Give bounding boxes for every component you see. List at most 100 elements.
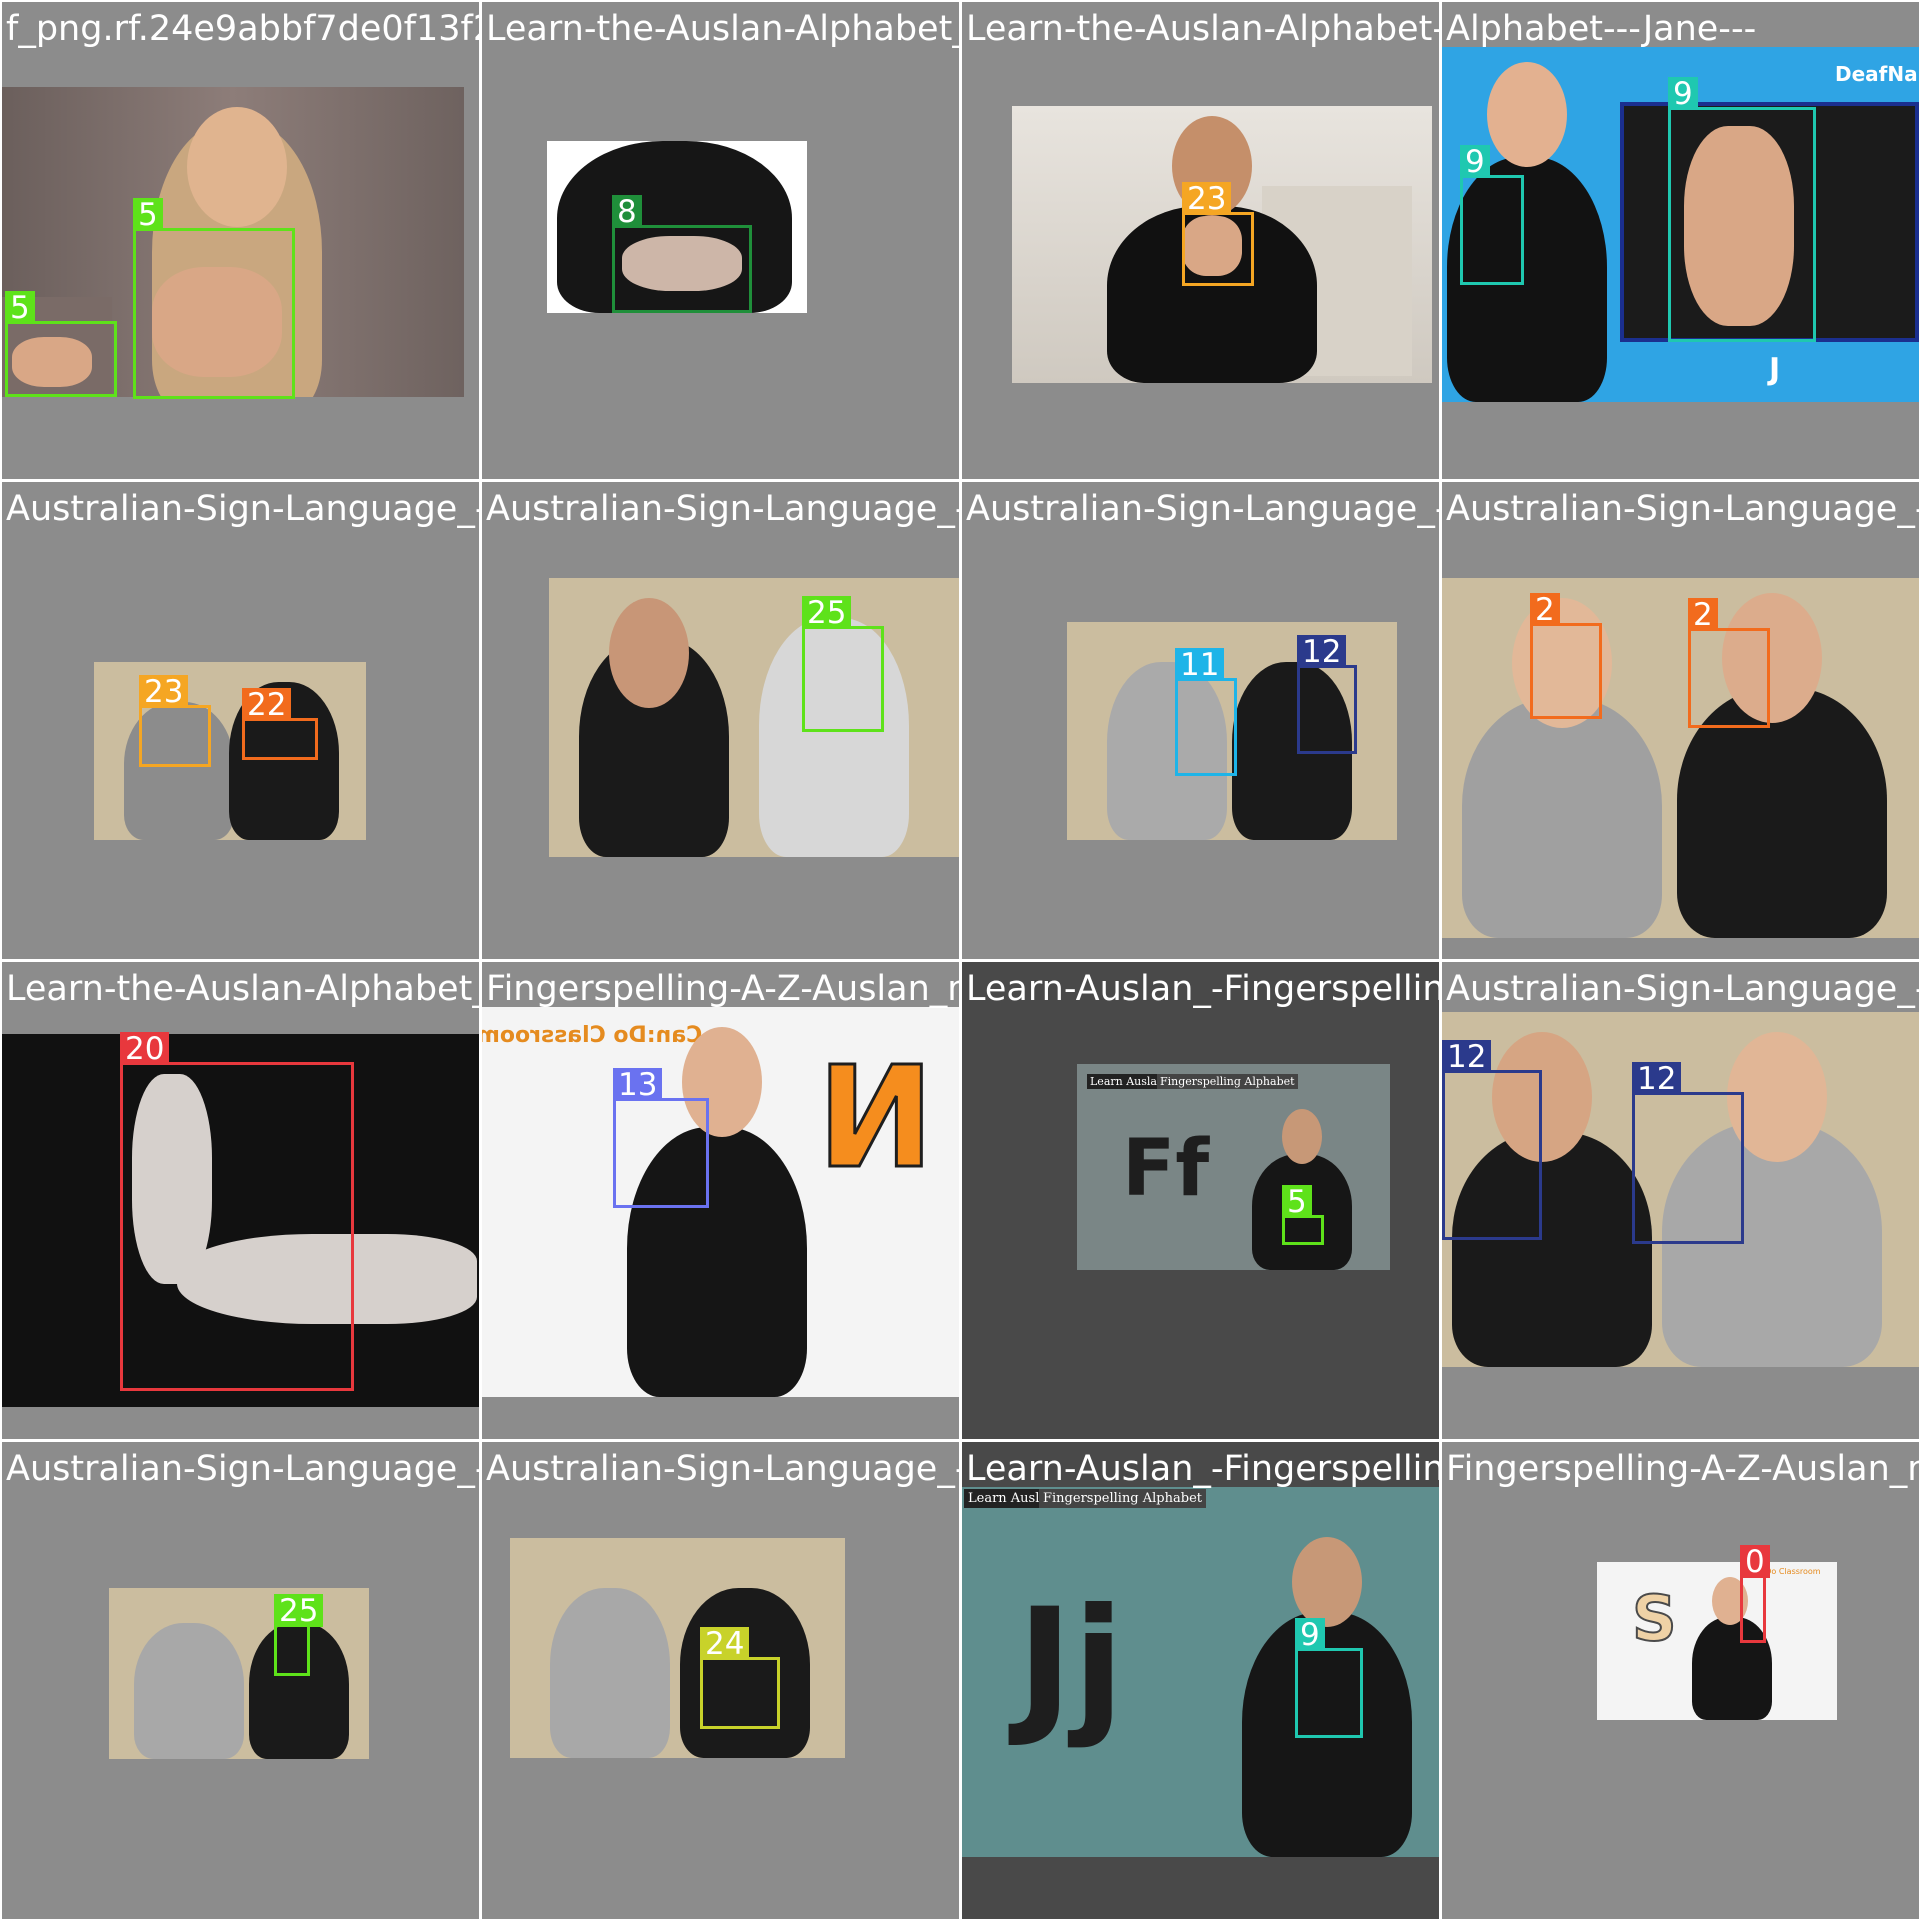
photo: Can:Do Classroom N: [482, 1007, 959, 1397]
image-grid: f_png.rf.24e9abbf7de0f13f26cf4124b0e33df…: [0, 0, 1920, 1920]
bounding-box: 8: [612, 195, 752, 313]
tile-1: f_png.rf.24e9abbf7de0f13f26cf4124b0e33df…: [2, 2, 479, 479]
tile-5: Australian-Sign-Language_-Alphabet_mp4-1…: [2, 482, 479, 959]
channel-label: Learn Auslan: [1087, 1074, 1168, 1089]
photo: [510, 1538, 845, 1758]
bounding-box: 9: [1460, 145, 1524, 285]
photo: Can:Do Classroom S: [1597, 1562, 1837, 1720]
bounding-box: 12: [1632, 1062, 1744, 1244]
tile-16: Fingerspelling-A-Z-Auslan_m Can:Do Class…: [1442, 1442, 1919, 1919]
photo: Learn Auslan Fingerspelling Alphabet Ff: [1077, 1064, 1390, 1270]
bounding-box: 12: [1442, 1040, 1542, 1240]
box-label: 5: [5, 291, 35, 325]
box-label: 23: [139, 675, 189, 709]
box-label: 2: [1688, 598, 1718, 632]
box-label: 20: [120, 1032, 170, 1066]
person: [550, 1588, 670, 1758]
photo: [1442, 578, 1919, 938]
tile-title: Australian-Sign-Language_-Alphabet_mp4-1: [6, 1449, 479, 1489]
caption-letter: N: [816, 1036, 936, 1202]
watermark: Can:Do Classroom: [482, 1023, 703, 1048]
box-label: 23: [1182, 182, 1232, 216]
box-label: 12: [1442, 1040, 1492, 1074]
bounding-box: 5: [1282, 1185, 1324, 1245]
box-label: 12: [1297, 635, 1347, 669]
bounding-box: 13: [613, 1068, 709, 1208]
bounding-box: 9: [1668, 77, 1816, 342]
tile-3: Learn-the-Auslan-Alphabet-Fo15-Right-Han…: [962, 2, 1439, 479]
head: [1292, 1537, 1362, 1627]
caption-letter: Ff: [1122, 1124, 1210, 1214]
tile-10: Fingerspelling-A-Z-Auslan_mp4-24_jpg Can…: [482, 962, 959, 1439]
tile-title: Learn-the-Auslan-Alphabet_mp4-81_jpg.rf: [486, 9, 959, 49]
bounding-box: 5: [133, 198, 295, 399]
tile-13: Australian-Sign-Language_-Alphabet_mp4-1…: [2, 1442, 479, 1919]
bounding-box: 2: [1530, 593, 1602, 719]
bounding-box: 24: [700, 1627, 780, 1729]
bounding-box: 11: [1175, 648, 1237, 776]
tile-title: Learn-the-Auslan-Alphabet_mp4-167_jpg: [6, 969, 479, 1009]
box-label: 24: [700, 1627, 750, 1661]
box-label: 0: [1740, 1545, 1770, 1579]
tile-title: Learn-the-Auslan-Alphabet-Fo15-Right-Han…: [966, 9, 1439, 49]
tile-title: Learn-Auslan_-Fingerspelling-Alphabet: [966, 969, 1439, 1009]
bounding-box: 9: [1295, 1618, 1363, 1738]
tile-title: Australian-Sign-Language_-Alphabet_mp4-2: [966, 489, 1439, 529]
tile-8: Australian-Sign-Language_-Alphabet_mp4-1…: [1442, 482, 1919, 959]
caption-letter: S: [1631, 1581, 1678, 1656]
caption-letter: Jj: [1017, 1577, 1125, 1751]
box-label: 9: [1460, 145, 1490, 179]
head: [187, 107, 287, 227]
tile-2: Learn-the-Auslan-Alphabet_mp4-81_jpg.rf …: [482, 2, 959, 479]
bounding-box: 2: [1688, 598, 1770, 728]
box-label: 12: [1632, 1062, 1682, 1096]
tile-6: Australian-Sign-Language_-Alphabet_mp4-1…: [482, 482, 959, 959]
photo: [549, 578, 959, 857]
box-label: 9: [1295, 1618, 1325, 1652]
photo: [109, 1588, 369, 1759]
box-label: 13: [613, 1068, 663, 1102]
bounding-box: 20: [120, 1032, 354, 1391]
tile-12: Australian-Sign-Language_- 12 12: [1442, 962, 1919, 1439]
head: [609, 598, 689, 708]
tile-title: Australian-Sign-Language_-: [1446, 969, 1919, 1009]
photo: Learn Auslan Fingerspelling Alphabet Jj: [962, 1487, 1439, 1857]
tile-title: Alphabet---Jane---: [1446, 9, 1757, 49]
tile-7: Australian-Sign-Language_-Alphabet_mp4-2…: [962, 482, 1439, 959]
person: [1462, 698, 1662, 938]
box-label: 8: [612, 195, 642, 229]
box-label: 2: [1530, 593, 1560, 627]
box-label: 5: [133, 198, 163, 232]
tile-14: Australian-Sign-Language_-Alphabet_mp4-2…: [482, 1442, 959, 1919]
box-label: 9: [1668, 77, 1698, 111]
tile-9: Learn-the-Auslan-Alphabet_mp4-167_jpg 20: [2, 962, 479, 1439]
tile-title: Australian-Sign-Language_-Alphabet_mp4-1: [6, 489, 479, 529]
watermark: DeafNa: [1835, 62, 1918, 86]
bounding-box: 12: [1297, 635, 1357, 754]
tile-title: Australian-Sign-Language_-Alphabet_mp4-2: [486, 1449, 959, 1489]
bounding-box: 23: [1182, 182, 1254, 286]
tile-title: Fingerspelling-A-Z-Auslan_mp4-24_jpg: [486, 969, 959, 1009]
tile-15: Learn-Auslan_-Fingerspelling-Alphabet_mp…: [962, 1442, 1439, 1919]
bounding-box: 0: [1740, 1545, 1770, 1643]
channel-tab: Fingerspelling Alphabet: [1157, 1074, 1298, 1089]
person: [134, 1623, 244, 1759]
caption-letter: J: [1769, 352, 1781, 387]
channel-tab: Fingerspelling Alphabet: [1039, 1489, 1206, 1508]
box-label: 25: [274, 1594, 324, 1628]
box-label: 22: [242, 688, 292, 722]
tile-title: f_png.rf.24e9abbf7de0f13f26cf4124b0e33df: [6, 9, 479, 49]
bounding-box: 5: [5, 291, 117, 397]
bounding-box: 23: [139, 675, 211, 767]
box-label: 5: [1282, 1185, 1312, 1219]
photo: [94, 662, 366, 840]
tile-4: Alphabet---Jane--- DeafNa J 9 9: [1442, 2, 1919, 479]
bounding-box: 22: [242, 688, 318, 760]
tile-11: Learn-Auslan_-Fingerspelling-Alphabet Le…: [962, 962, 1439, 1439]
tile-title: Australian-Sign-Language_-Alphabet_mp4-1: [1446, 489, 1919, 529]
tile-title: Fingerspelling-A-Z-Auslan_m: [1446, 1449, 1919, 1489]
bounding-box: 25: [274, 1594, 324, 1676]
head: [1282, 1109, 1322, 1164]
box-label: 25: [802, 596, 852, 630]
head: [1487, 62, 1567, 167]
